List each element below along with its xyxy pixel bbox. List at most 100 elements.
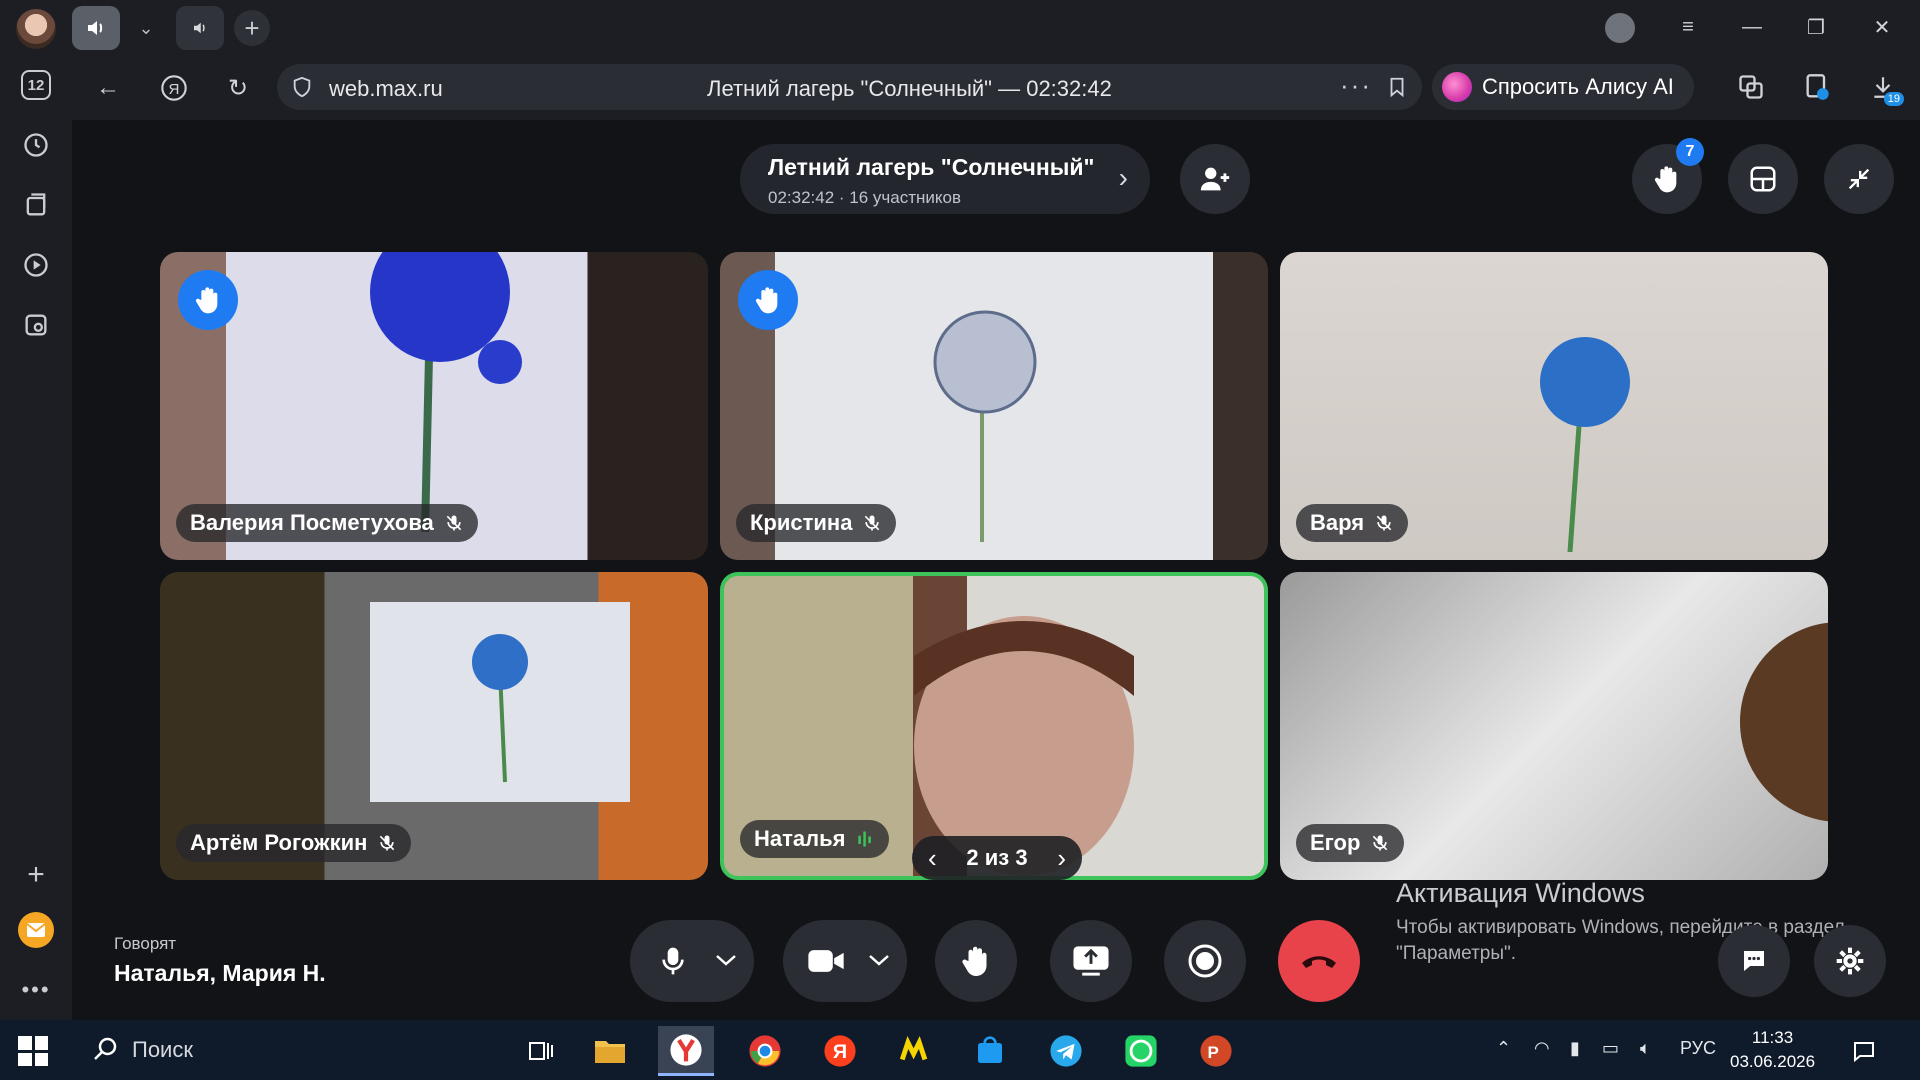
more-icon[interactable]: ··· (1340, 70, 1372, 101)
sidebar-add-icon[interactable]: + (16, 855, 56, 895)
exit-fullscreen-button[interactable] (1824, 144, 1894, 214)
address-bar[interactable]: web.max.ru Летний лагерь "Солнечный" — 0… (277, 64, 1422, 110)
sidebar-more-icon[interactable]: ••• (16, 970, 56, 1010)
microphone-button[interactable] (648, 936, 698, 986)
grid-pager: ‹ 2 из 3 › (912, 836, 1082, 880)
meeting-info-button[interactable]: Летний лагерь "Солнечный" 02:32:42 · 16 … (740, 144, 1150, 214)
participant-tile[interactable]: Валерия Посметухова (160, 252, 708, 560)
participant-tile-speaking[interactable]: Наталья (720, 572, 1268, 880)
speaking-label: Говорят (114, 934, 177, 953)
new-tab-button[interactable]: + (234, 10, 270, 46)
ask-alice-button[interactable]: Спросить Алису AI (1432, 64, 1694, 110)
shield-icon (293, 76, 311, 98)
microphone-tray-icon[interactable]: ▮ (1570, 1038, 1580, 1059)
account-icon[interactable] (1605, 13, 1635, 43)
url-host: web.max.ru (329, 76, 443, 101)
tray-expand-icon[interactable]: ⌃ (1496, 1038, 1511, 1059)
chrome-icon[interactable] (737, 1026, 793, 1076)
kinopoisk-icon[interactable] (887, 1026, 943, 1076)
sidebar-tabs-counter[interactable]: 12 (16, 65, 56, 105)
taskbar-clock[interactable]: 11:33 03.06.2026 (1730, 1026, 1815, 1074)
browser-sidebar: 12 + ••• (0, 54, 72, 1020)
settings-button[interactable] (1814, 925, 1886, 997)
participant-tile[interactable]: Егор (1280, 572, 1828, 880)
tab-active-audio[interactable] (72, 6, 120, 50)
hand-icon (195, 287, 218, 314)
participant-tile[interactable]: Варя (1280, 252, 1828, 560)
reload-icon[interactable]: ↻ (218, 68, 258, 108)
yandex-home-icon[interactable]: Я (154, 68, 194, 108)
camera-options-chevron-icon[interactable] (865, 946, 893, 974)
collections-icon[interactable] (16, 185, 56, 225)
clock-time: 11:33 (1751, 1028, 1794, 1047)
camera-button[interactable] (801, 936, 851, 986)
participant-tile[interactable]: Кристина (720, 252, 1268, 560)
tab-second-audio[interactable] (176, 6, 224, 50)
add-participant-button[interactable] (1180, 144, 1250, 214)
raise-hand-button[interactable] (935, 920, 1017, 1002)
restore-button[interactable]: ❐ (1792, 8, 1840, 46)
pager-prev-icon[interactable]: ‹ (928, 843, 937, 874)
participant-name-pill: Кристина (736, 504, 897, 542)
raised-hands-count: 7 (1676, 138, 1704, 166)
tab-chevron-down-icon[interactable]: ⌄ (128, 6, 164, 50)
mail-app-icon[interactable] (16, 910, 56, 950)
screen-share-button[interactable] (1050, 920, 1132, 1002)
layout-grid-icon (1750, 166, 1776, 192)
screenshot-icon[interactable] (16, 305, 56, 345)
notifications-icon[interactable] (1836, 1026, 1892, 1076)
network-icon[interactable]: ◠ (1534, 1038, 1550, 1059)
browser-tab-bar: ⌄ + ≡ — ❐ ✕ (0, 0, 1920, 54)
battery-icon[interactable]: ▭ (1602, 1038, 1619, 1059)
pager-label: 2 из 3 (966, 845, 1028, 870)
video-call-area: Летний лагерь "Солнечный" 02:32:42 · 16 … (72, 120, 1920, 1020)
search-icon[interactable] (90, 1034, 120, 1064)
hand-raised-badge (178, 270, 238, 330)
taskbar-search-label[interactable]: Поиск (132, 1037, 193, 1063)
speaker-icon (194, 22, 205, 34)
raised-hands-button[interactable]: 7 (1632, 138, 1704, 214)
hand-raised-badge (738, 270, 798, 330)
close-button[interactable]: ✕ (1858, 8, 1906, 46)
telegram-icon[interactable] (1038, 1026, 1094, 1076)
profile-avatar[interactable] (16, 9, 56, 49)
mic-muted-icon (865, 515, 880, 531)
chat-button[interactable] (1718, 925, 1790, 997)
add-user-icon (1200, 167, 1230, 191)
back-icon[interactable]: ← (88, 68, 128, 108)
pager-next-icon[interactable]: › (1057, 843, 1066, 874)
task-view-icon[interactable] (512, 1026, 568, 1076)
powerpoint-icon[interactable]: P (1188, 1026, 1244, 1076)
file-explorer-icon[interactable] (582, 1026, 638, 1076)
participant-name-pill: Наталья (740, 820, 890, 858)
store-icon[interactable] (962, 1026, 1018, 1076)
translate-icon[interactable] (1736, 72, 1766, 102)
participant-tile[interactable]: Артём Рогожкин (160, 572, 708, 880)
minimize-button[interactable]: — (1728, 8, 1776, 46)
play-icon[interactable] (16, 245, 56, 285)
hang-up-icon (1302, 956, 1336, 968)
record-button[interactable] (1164, 920, 1246, 1002)
windows-start-icon[interactable] (18, 1036, 48, 1066)
yandex-app-icon[interactable]: Я (812, 1026, 868, 1076)
mic-options-chevron-icon[interactable] (712, 946, 740, 974)
record-icon (1188, 944, 1222, 978)
extension-icon[interactable] (1802, 72, 1832, 102)
browser-menu-icon[interactable]: ≡ (1664, 8, 1712, 46)
meeting-subtitle: 02:32:42 · 16 участников (768, 188, 962, 207)
whatsapp-icon[interactable] (1113, 1026, 1169, 1076)
end-call-button[interactable] (1278, 920, 1360, 1002)
chevron-right-icon: › (1118, 162, 1128, 193)
camera-control (783, 920, 907, 1002)
tabs-count-badge: 12 (21, 70, 51, 100)
layout-button[interactable] (1728, 144, 1798, 214)
language-indicator[interactable]: РУС (1680, 1038, 1716, 1059)
history-icon[interactable] (16, 125, 56, 165)
yandex-browser-icon[interactable] (658, 1026, 714, 1076)
bookmark-icon[interactable] (1386, 75, 1408, 99)
volume-icon[interactable]: 🔈︎ (1640, 1038, 1651, 1059)
chat-icon (1744, 951, 1764, 971)
clock-date: 03.06.2026 (1730, 1052, 1816, 1071)
participant-name-pill: Валерия Посметухова (176, 504, 478, 542)
downloads-icon[interactable]: 19 (1868, 72, 1904, 106)
